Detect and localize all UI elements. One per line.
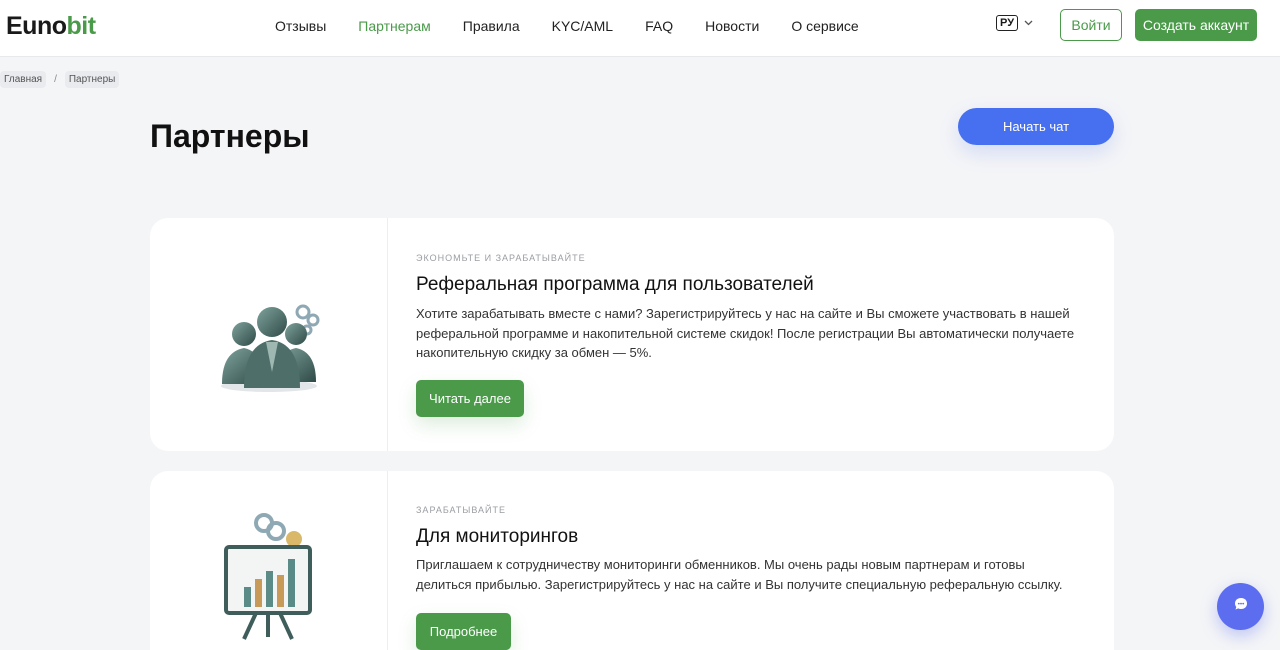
nav-item-faq[interactable]: FAQ <box>645 18 673 34</box>
breadcrumb: Главная / Партнеры <box>0 71 120 88</box>
card-eyebrow: Экономьте и зарабатывайте <box>416 253 586 263</box>
chat-fab-button[interactable] <box>1217 583 1264 630</box>
more-details-button[interactable]: Подробнее <box>416 613 511 650</box>
chevron-down-icon <box>1024 18 1033 29</box>
main-nav: Отзывы Партнерам Правила KYC/AML FAQ Нов… <box>275 18 891 34</box>
nav-item-news[interactable]: Новости <box>705 18 759 34</box>
header: Eunobit Отзывы Партнерам Правила KYC/AML… <box>0 0 1280 57</box>
start-chat-button[interactable]: Начать чат <box>958 108 1114 145</box>
create-account-button[interactable]: Создать аккаунт <box>1135 9 1257 41</box>
presentation-chart-icon <box>206 501 336 640</box>
nav-item-rules[interactable]: Правила <box>463 18 520 34</box>
referral-program-card: Экономьте и зарабатывайте Реферальная пр… <box>150 218 1114 451</box>
breadcrumb-home[interactable]: Главная <box>0 71 47 88</box>
monitoring-card: Зарабатывайте Для мониторингов Приглашае… <box>150 471 1114 650</box>
login-button[interactable]: Войти <box>1060 9 1122 41</box>
read-more-button[interactable]: Читать далее <box>416 380 524 417</box>
card-description: Хотите зарабатывать вместе с нами? Зарег… <box>416 306 1075 360</box>
page-title: Партнеры <box>150 118 310 154</box>
people-group-icon <box>206 276 336 406</box>
nav-item-kyc-aml[interactable]: KYC/AML <box>552 18 613 34</box>
language-selector[interactable]: РУ <box>996 15 1033 31</box>
breadcrumb-separator: / <box>54 74 57 85</box>
logo[interactable]: Eunobit <box>6 12 96 41</box>
nav-item-about[interactable]: О сервисе <box>791 18 858 34</box>
nav-item-reviews[interactable]: Отзывы <box>275 18 326 34</box>
nav-item-partners[interactable]: Партнерам <box>358 18 430 34</box>
card-description: Приглашаем к сотрудничеству мониторинги … <box>416 557 1063 592</box>
chat-bubble-icon <box>1233 596 1249 617</box>
card-eyebrow: Зарабатывайте <box>416 505 506 515</box>
card-divider <box>387 471 388 650</box>
breadcrumb-current: Партнеры <box>64 71 120 88</box>
card-title: Для мониторингов <box>416 526 579 547</box>
card-divider <box>387 218 388 451</box>
language-code: РУ <box>996 15 1019 31</box>
card-title: Реферальная программа для пользователей <box>416 274 814 295</box>
